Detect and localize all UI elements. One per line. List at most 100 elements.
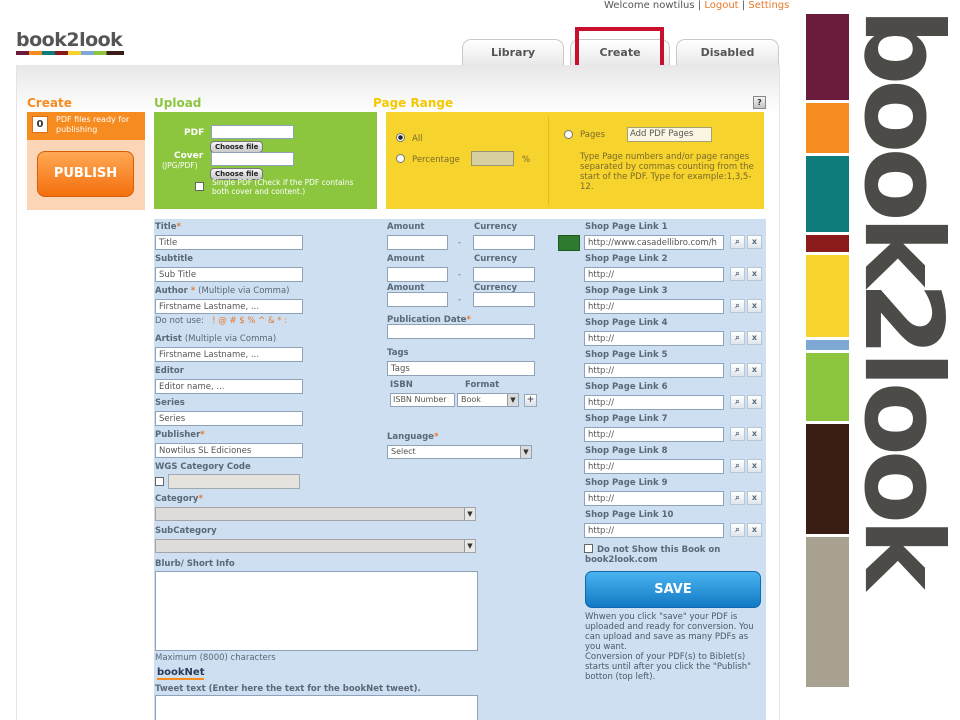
close-icon[interactable]: x (747, 427, 762, 441)
percent-sign: % (522, 155, 531, 165)
currency-input-1[interactable] (473, 235, 535, 250)
add-isbn-button[interactable]: + (524, 394, 537, 407)
blurb-textarea[interactable] (155, 571, 478, 651)
tab-disabled[interactable]: Disabled (676, 39, 779, 65)
search-icon[interactable]: ⌕ (730, 491, 745, 505)
shop-link-input[interactable]: http:// (584, 459, 724, 474)
tweet-textarea[interactable] (155, 695, 478, 720)
close-icon[interactable]: x (747, 395, 762, 409)
dash: - (458, 238, 462, 248)
tweet-label: Tweet text (Enter here the text for the … (155, 684, 421, 694)
page-range-title: Page Range (373, 96, 454, 110)
shop-link-input[interactable]: http:// (584, 523, 724, 538)
app-logo-stripes (16, 51, 124, 55)
tab-label: Library (490, 46, 536, 59)
single-pdf-text: Single PDF (Check if the PDF contains bo… (212, 178, 354, 196)
booknet-logo: bookNet (157, 667, 205, 680)
separator: | (697, 0, 702, 11)
search-icon[interactable]: ⌕ (730, 459, 745, 473)
save-button[interactable]: SAVE (585, 571, 761, 608)
chevron-down-icon: ▼ (520, 446, 531, 458)
close-icon[interactable]: x (747, 331, 762, 345)
close-icon[interactable]: x (747, 299, 762, 313)
search-icon[interactable]: ⌕ (730, 363, 745, 377)
language-select[interactable]: Select ▼ (387, 445, 532, 459)
search-icon[interactable]: ⌕ (730, 331, 745, 345)
isbn-input[interactable]: ISBN Number (390, 393, 455, 407)
category-select[interactable]: ▼ (155, 507, 476, 521)
shop-link-input[interactable]: http:// (584, 331, 724, 346)
search-icon[interactable]: ⌕ (730, 395, 745, 409)
app-logo[interactable]: book2look (16, 30, 128, 58)
percentage-input[interactable] (471, 151, 514, 166)
close-icon[interactable]: x (747, 235, 762, 249)
search-icon[interactable]: ⌕ (730, 235, 745, 249)
shop-link-input[interactable]: http:// (584, 267, 724, 282)
single-pdf-checkbox[interactable] (195, 182, 204, 191)
chevron-down-icon: ▼ (464, 540, 475, 552)
shop-link-label: Shop Page Link 7 (585, 414, 668, 424)
shop-link-input[interactable]: http:// (584, 299, 724, 314)
shop-link-input[interactable]: http://www.casadellibro.com/h (584, 235, 724, 250)
tab-library[interactable]: Library (462, 39, 564, 65)
welcome-text: Welcome nowtilus (604, 0, 695, 11)
editor-label: Editor (155, 366, 184, 376)
cover-file-input[interactable] (211, 152, 294, 166)
editor-input[interactable]: Editor name, ... (155, 379, 303, 394)
percentage-radio[interactable] (396, 154, 405, 163)
shop-link-label: Shop Page Link 2 (585, 254, 668, 264)
currency-input-3[interactable] (473, 292, 535, 307)
shop-link-input[interactable]: http:// (584, 395, 724, 410)
amount-input-2[interactable] (387, 267, 448, 282)
help-button[interactable]: ? (753, 96, 766, 109)
publish-button[interactable]: PUBLISH (37, 151, 134, 197)
amount-input-3[interactable] (387, 292, 448, 307)
close-icon[interactable]: x (747, 491, 762, 505)
blurb-label: Blurb/ Short Info (155, 559, 235, 569)
settings-link[interactable]: Settings (748, 0, 789, 11)
search-icon[interactable]: ⌕ (730, 299, 745, 313)
close-icon[interactable]: x (747, 363, 762, 377)
currency-input-2[interactable] (473, 267, 535, 282)
series-input[interactable]: Series (155, 411, 303, 426)
publication-date-input[interactable] (387, 324, 535, 339)
pdf-file-input[interactable] (211, 125, 294, 139)
shop-link-input[interactable]: http:// (584, 363, 724, 378)
format-value: Book (461, 395, 481, 404)
author-input[interactable]: Firstname Lastname, ... (155, 299, 303, 314)
publisher-input[interactable]: Nowtilus SL Ediciones (155, 443, 303, 458)
artist-input[interactable]: Firstname Lastname, ... (155, 347, 303, 362)
dash: - (458, 270, 462, 280)
chevron-down-icon: ▼ (507, 394, 518, 406)
format-select[interactable]: Book ▼ (457, 393, 519, 407)
create-count-text: PDF files ready for publishing (56, 115, 130, 134)
all-radio[interactable] (396, 133, 405, 142)
subtitle-label: Subtitle (155, 254, 193, 264)
pages-radio[interactable] (564, 130, 573, 139)
subcategory-select[interactable]: ▼ (155, 539, 476, 553)
close-icon[interactable]: x (747, 459, 762, 473)
separator: | (741, 0, 746, 11)
wgs-input[interactable] (168, 474, 300, 489)
amount-input-1[interactable] (387, 235, 448, 250)
category-label: Category* (155, 494, 203, 504)
search-icon[interactable]: ⌕ (730, 427, 745, 441)
title-input[interactable]: Title (155, 235, 303, 250)
subtitle-input[interactable]: Sub Title (155, 267, 303, 282)
language-value: Select (391, 447, 416, 456)
close-icon[interactable]: x (747, 523, 762, 537)
shop-link-input[interactable]: http:// (584, 491, 724, 506)
language-label: Language* (387, 432, 439, 442)
tags-label: Tags (387, 348, 409, 358)
logout-link[interactable]: Logout (704, 0, 738, 11)
wgs-checkbox[interactable] (155, 477, 164, 486)
search-icon[interactable]: ⌕ (730, 523, 745, 537)
tags-input[interactable]: Tags (387, 361, 535, 376)
do-not-use-text: Do not use: ! @ # $ % ^ & * : (155, 316, 288, 326)
shop-link-input[interactable]: http:// (584, 427, 724, 442)
search-icon[interactable]: ⌕ (730, 267, 745, 281)
top-bar: Welcome nowtilus | Logout | Settings (604, 0, 789, 11)
format-label: Format (465, 380, 500, 390)
add-pdf-pages-input[interactable]: Add PDF Pages (627, 127, 712, 142)
close-icon[interactable]: x (747, 267, 762, 281)
